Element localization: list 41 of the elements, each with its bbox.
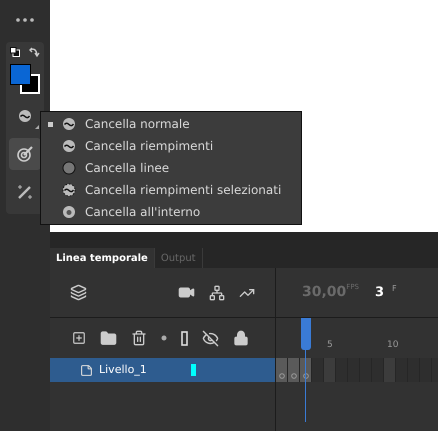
menu-item[interactable]: Cancella riempimenti selezionati bbox=[41, 179, 301, 201]
add-layer-icon[interactable] bbox=[72, 331, 86, 345]
eraser-icon bbox=[18, 109, 32, 123]
more-icon[interactable] bbox=[16, 18, 34, 22]
layer-icon bbox=[80, 364, 93, 376]
menu-item[interactable]: Cancella riempimenti bbox=[41, 135, 301, 157]
eraser-mode-icon bbox=[62, 117, 76, 131]
panel-tab[interactable]: Linea temporale bbox=[50, 248, 155, 268]
layer-row[interactable]: Livello_1 bbox=[50, 358, 275, 382]
lock-icon[interactable] bbox=[233, 330, 249, 346]
wand-icon bbox=[16, 183, 34, 201]
folder-icon[interactable] bbox=[100, 330, 117, 346]
playhead[interactable] bbox=[300, 318, 311, 422]
eraser-mode-icon bbox=[62, 139, 76, 153]
tool-button[interactable] bbox=[9, 138, 41, 170]
keyframe-circle-icon bbox=[302, 373, 308, 379]
menu-item[interactable]: Cancella linee bbox=[41, 157, 301, 179]
eraser-mode-icon bbox=[62, 161, 76, 175]
menu-item[interactable]: Cancella normale bbox=[41, 113, 301, 135]
default-colors-icon[interactable] bbox=[10, 47, 20, 57]
outline-icon[interactable] bbox=[181, 330, 188, 346]
hierarchy-icon[interactable] bbox=[209, 284, 225, 300]
eraser-mode-icon bbox=[62, 183, 76, 197]
frame-ruler[interactable]: 5 10 bbox=[276, 318, 438, 358]
ruler-label: 5 bbox=[327, 338, 333, 352]
trash-icon[interactable] bbox=[131, 330, 147, 346]
layers-icon[interactable] bbox=[70, 284, 87, 301]
eraser-mode-icon bbox=[62, 205, 76, 219]
frame-number[interactable]: 3 bbox=[375, 282, 384, 302]
flyout-corner-icon bbox=[35, 125, 39, 129]
eye-hidden-icon[interactable] bbox=[202, 330, 219, 346]
dot-icon[interactable] bbox=[161, 335, 167, 341]
ruler-label: 10 bbox=[387, 338, 398, 352]
menu-item[interactable]: Cancella all'interno bbox=[41, 201, 301, 223]
frame-unit: F bbox=[392, 282, 397, 295]
layer-name: Livello_1 bbox=[99, 362, 148, 378]
keyframe-circle-icon bbox=[278, 373, 284, 379]
color-swatches-icon[interactable] bbox=[10, 64, 40, 94]
keyframe-circle-icon bbox=[290, 373, 296, 379]
target-brush-icon bbox=[16, 145, 34, 163]
swap-arrow-icon[interactable] bbox=[28, 46, 40, 58]
